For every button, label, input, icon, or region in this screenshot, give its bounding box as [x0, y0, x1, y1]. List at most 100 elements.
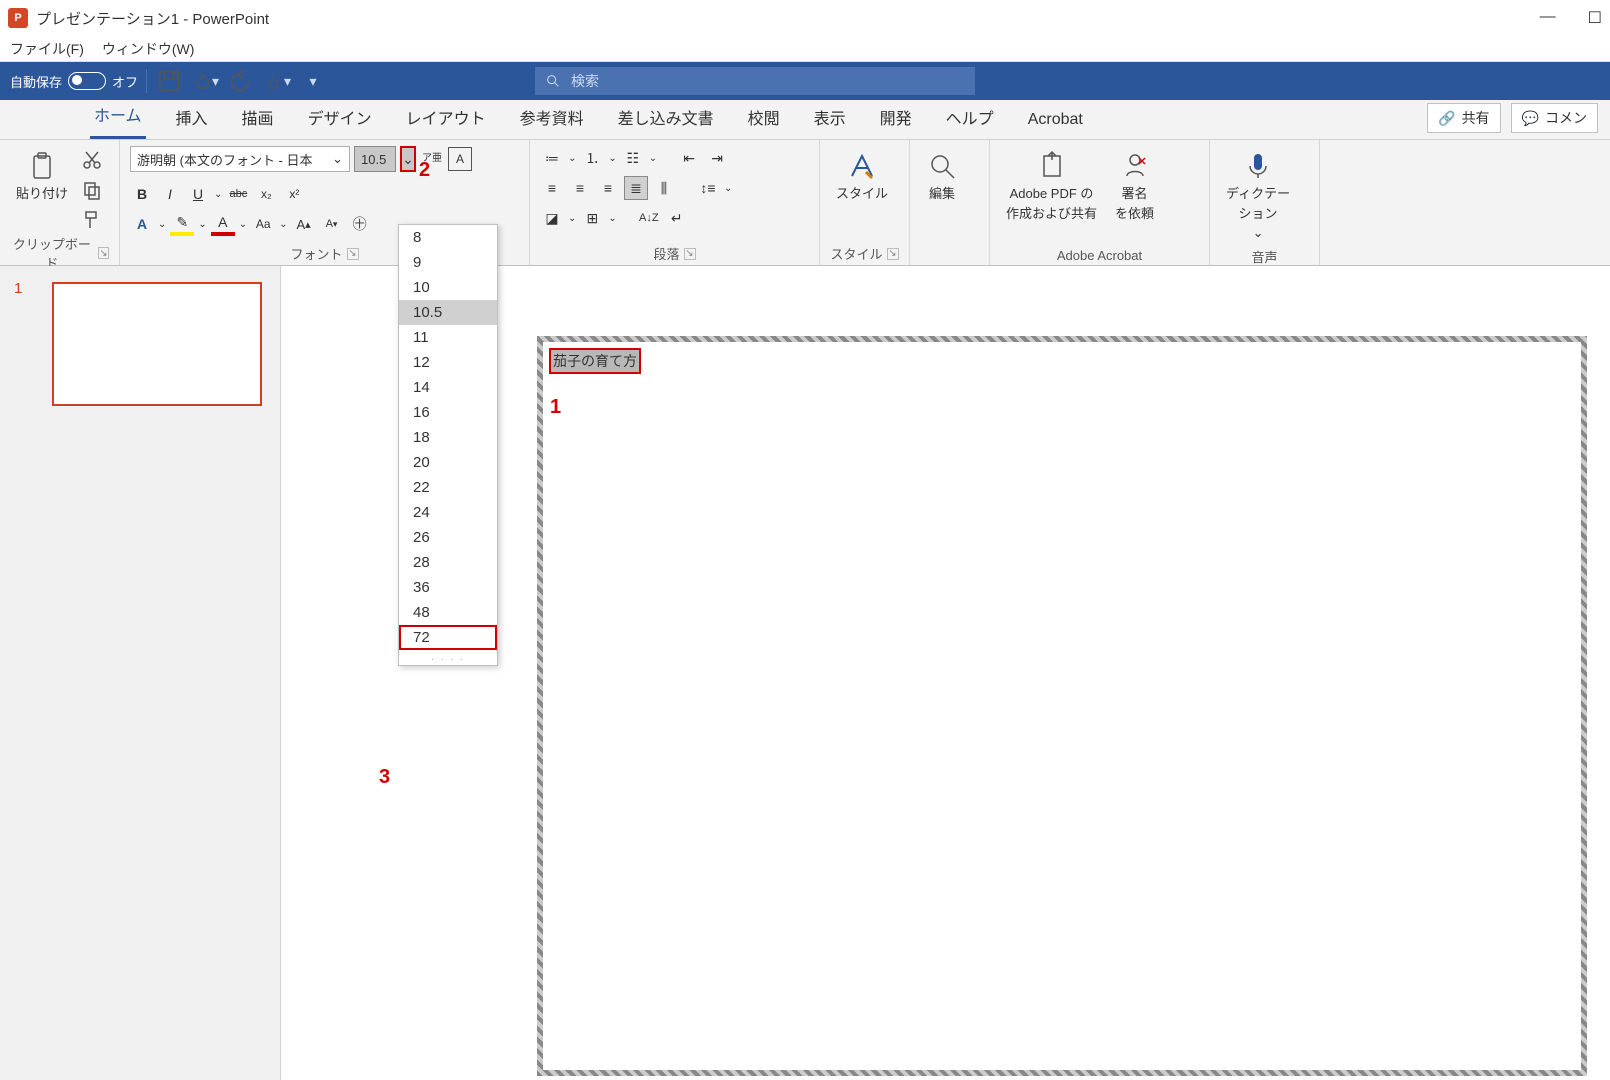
align-left-button[interactable]: ≡	[540, 176, 564, 200]
change-case-button[interactable]: Aa	[251, 212, 275, 236]
font-launcher[interactable]: ↘	[347, 248, 359, 260]
autosave-toggle[interactable]: 自動保存 オフ	[10, 72, 138, 91]
font-size-option-14[interactable]: 14	[399, 375, 497, 400]
tab-home[interactable]: ホーム	[90, 96, 146, 139]
font-size-option-10-5[interactable]: 10.5	[399, 300, 497, 325]
subscript-button[interactable]: x₂	[254, 182, 278, 206]
font-size-option-24[interactable]: 24	[399, 500, 497, 525]
font-size-option-36[interactable]: 36	[399, 575, 497, 600]
styles-button[interactable]: スタイル	[830, 146, 894, 206]
menu-window[interactable]: ウィンドウ(W)	[102, 39, 195, 59]
minimize-button[interactable]: ―	[1540, 8, 1556, 28]
font-size-option-72[interactable]: 72	[399, 625, 497, 650]
redo-button[interactable]	[227, 67, 255, 95]
font-size-option-26[interactable]: 26	[399, 525, 497, 550]
underline-button[interactable]: U	[186, 182, 210, 206]
search-box[interactable]: 検索	[535, 67, 975, 95]
qat-customize[interactable]: ▾	[299, 67, 327, 95]
char-border-button[interactable]: A	[448, 147, 472, 171]
tab-insert[interactable]: 挿入	[172, 99, 212, 139]
paragraph-launcher[interactable]: ↘	[684, 248, 696, 260]
font-size-option-12[interactable]: 12	[399, 350, 497, 375]
create-pdf-button[interactable]: Adobe PDF の作成および共有	[1000, 146, 1103, 225]
ribbon: 貼り付け クリップボード↘ 游明朝 (本文のフォント - 日本⌄ 10.5 ⌄ …	[0, 140, 1610, 266]
font-size-option-20[interactable]: 20	[399, 450, 497, 475]
maximize-button[interactable]: ☐	[1588, 8, 1602, 28]
tab-layout[interactable]: レイアウト	[402, 99, 490, 139]
font-size-option-10[interactable]: 10	[399, 275, 497, 300]
font-size-combo[interactable]: 10.5	[354, 146, 396, 172]
line-spacing-button[interactable]: ↕≡	[696, 176, 720, 200]
bold-button[interactable]: B	[130, 182, 154, 206]
shrink-font-button[interactable]: A▾	[320, 212, 344, 236]
font-size-option-48[interactable]: 48	[399, 600, 497, 625]
slide-thumbnail[interactable]	[52, 282, 262, 406]
undo-button[interactable]: ▾	[191, 67, 219, 95]
tab-acrobat[interactable]: Acrobat	[1024, 105, 1087, 139]
font-size-option-11[interactable]: 11	[399, 325, 497, 350]
font-size-option-16[interactable]: 16	[399, 400, 497, 425]
styles-launcher[interactable]: ↘	[887, 248, 899, 260]
selected-text[interactable]: 茄子の育て方	[551, 350, 639, 372]
tab-developer[interactable]: 開発	[876, 99, 916, 139]
tab-mailings[interactable]: 差し込み文書	[614, 99, 718, 139]
ribbon-tabs: ホーム 挿入 描画 デザイン レイアウト 参考資料 差し込み文書 校閲 表示 開…	[0, 100, 1610, 140]
increase-indent-button[interactable]: ⇥	[705, 146, 729, 170]
font-name-combo[interactable]: 游明朝 (本文のフォント - 日本⌄	[130, 146, 350, 172]
autosave-label: 自動保存	[10, 72, 62, 91]
font-size-option-18[interactable]: 18	[399, 425, 497, 450]
strikethrough-button[interactable]: abc	[226, 182, 250, 206]
group-editing: 編集 .	[910, 140, 990, 265]
grow-font-button[interactable]: A▴	[292, 212, 316, 236]
format-painter-button[interactable]	[80, 208, 104, 232]
multilevel-button[interactable]: ☷	[621, 146, 645, 170]
request-signature-button[interactable]: 署名を依頼	[1109, 146, 1160, 225]
copy-button[interactable]	[80, 178, 104, 202]
menu-file[interactable]: ファイル(F)	[10, 39, 84, 59]
borders-button[interactable]: ⊞	[580, 206, 604, 230]
font-size-dropdown-button[interactable]: ⌄	[400, 146, 416, 172]
bullets-button[interactable]: ≔	[540, 146, 564, 170]
font-color-button[interactable]: A	[211, 212, 235, 236]
enclose-char-button[interactable]: ㊉	[348, 212, 372, 236]
font-size-option-9[interactable]: 9	[399, 250, 497, 275]
app-icon: P	[8, 8, 28, 28]
italic-button[interactable]: I	[158, 182, 182, 206]
show-marks-button[interactable]: ↵	[665, 206, 689, 230]
tab-review[interactable]: 校閲	[744, 99, 784, 139]
align-center-button[interactable]: ≡	[568, 176, 592, 200]
toggle-switch-icon[interactable]	[68, 72, 106, 90]
dictate-button[interactable]: ディクテーション ⌄	[1220, 146, 1296, 245]
justify-button[interactable]: ≣	[624, 176, 648, 200]
highlight-button[interactable]: ✎	[170, 212, 194, 236]
editing-button[interactable]: 編集	[920, 146, 964, 206]
align-right-button[interactable]: ≡	[596, 176, 620, 200]
distributed-button[interactable]: ⫼	[652, 176, 676, 200]
cut-button[interactable]	[80, 148, 104, 172]
paste-button[interactable]: 貼り付け	[10, 146, 74, 206]
tab-references[interactable]: 参考資料	[516, 99, 588, 139]
clipboard-launcher[interactable]: ↘	[98, 247, 109, 259]
share-button[interactable]: 🔗 共有	[1427, 103, 1500, 133]
font-size-option-22[interactable]: 22	[399, 475, 497, 500]
text-frame[interactable]: 茄子の育て方	[537, 336, 1587, 1076]
comments-button[interactable]: 💬 コメン	[1511, 103, 1598, 133]
font-size-option-8[interactable]: 8	[399, 225, 497, 250]
tab-draw[interactable]: 描画	[238, 99, 278, 139]
font-size-dropdown: 891010.511121416182022242628364872. . . …	[398, 224, 498, 666]
tab-design[interactable]: デザイン	[304, 99, 376, 139]
autosave-state: オフ	[112, 72, 138, 91]
tab-view[interactable]: 表示	[810, 99, 850, 139]
title-bar: P プレゼンテーション1 - PowerPoint ― ☐	[0, 0, 1610, 36]
text-effects-button[interactable]: A	[130, 212, 154, 236]
save-button[interactable]	[155, 67, 183, 95]
touch-mode-button[interactable]: ▾	[263, 67, 291, 95]
dropdown-resize-handle[interactable]: . . . .	[399, 650, 497, 665]
tab-help[interactable]: ヘルプ	[942, 99, 998, 139]
superscript-button[interactable]: x²	[282, 182, 306, 206]
decrease-indent-button[interactable]: ⇤	[677, 146, 701, 170]
sort-button[interactable]: A↓Z	[637, 206, 661, 230]
shading-button[interactable]: ◪	[540, 206, 564, 230]
font-size-option-28[interactable]: 28	[399, 550, 497, 575]
numbering-button[interactable]: ⒈	[580, 146, 604, 170]
